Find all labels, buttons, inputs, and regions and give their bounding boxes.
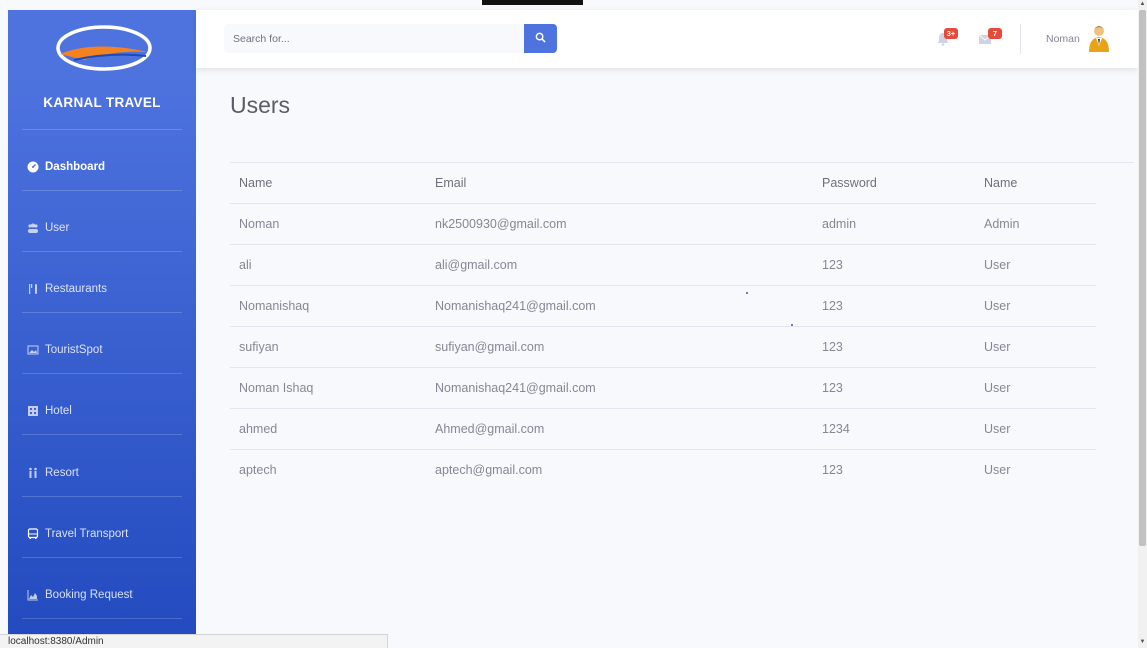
table-header-row: Name Email Password Name [230,162,1096,204]
cell-email: ali@gmail.com [426,244,813,286]
column-header-password: Password [813,162,975,204]
avatar[interactable] [1086,24,1112,54]
cell-role: User [975,244,1096,286]
sidebar-item-label: Dashboard [45,161,106,173]
table-row: Noman Ishaq Nomanishaq241@gmail.com 123 … [230,367,1096,409]
cell-password: 123 [813,244,975,286]
cell-name: Noman [230,203,426,245]
image-icon [26,344,39,357]
cell-name: aptech [239,463,277,478]
sidebar-item-label: Booking Request [45,589,133,601]
chart-area-icon [26,589,39,602]
messages-button[interactable]: 7 [976,28,1002,50]
bus-icon [26,528,39,541]
users-icon [26,222,39,235]
sidebar-item-label: Hotel [45,405,72,417]
sidebar-item-label: TouristSpot [45,344,103,356]
cell-password: 123 [813,326,975,368]
cell-role: Admin [975,203,1096,245]
sidebar-item-dashboard[interactable]: Dashboard [8,147,196,187]
alerts-button[interactable]: 3+ [934,28,958,50]
table-row: ahmed Ahmed@gmail.com 1234 User [230,408,1096,450]
cell-name: ali [230,244,426,286]
sidebar-divider [22,312,182,313]
brand-name[interactable]: KARNAL TRAVEL [8,95,196,110]
table-top-line [1096,162,1134,163]
sidebar-item-travel-transport[interactable]: Travel Transport [8,514,196,554]
column-header-name: Name [230,162,426,204]
sidebar-item-booking-request[interactable]: Booking Request [8,575,196,615]
cell-email: nk2500930@gmail.com [426,203,813,245]
cell-name: ahmed [230,408,426,450]
building-icon [26,405,39,418]
cell-email: aptech@gmail.com [435,463,543,478]
sidebar-divider [22,129,182,130]
topbar-divider [1020,24,1021,54]
sidebar-divider [22,434,182,435]
cell-email: Nomanishaq241@gmail.com [426,285,813,327]
sidebar-item-touristspot[interactable]: TouristSpot [8,330,196,370]
scrollbar-thumb[interactable] [1139,10,1146,546]
stray-dot [791,324,793,326]
sidebar-item-label: User [45,222,70,234]
cell-role: User [975,408,1096,450]
sidebar-divider [22,373,182,374]
column-header-email: Email [426,162,813,204]
cell-password: 123 [813,285,975,327]
utensils-icon [26,283,39,296]
scroll-down-arrow-icon[interactable]: ▼ [1139,638,1146,646]
topbar: 3+ 7 Noman [196,10,1138,68]
table-row: Noman nk2500930@gmail.com admin Admin [230,203,1096,245]
sidebar-divider [22,618,182,619]
sidebar: KARNAL TRAVEL Dashboard User Restaurants… [8,10,196,648]
people-icon [26,467,39,480]
cell-password: 123 [822,463,843,478]
table-row: sufiyan sufiyan@gmail.com 123 User [230,326,1096,368]
page-title: Users [230,92,291,118]
alerts-badge: 3+ [944,28,958,39]
cell-password: 123 [813,367,975,409]
sidebar-divider [22,251,182,252]
search-icon [535,30,546,48]
sidebar-item-user[interactable]: User [8,208,196,248]
cell-role: User [975,285,1096,327]
sidebar-item-restaurants[interactable]: Restaurants [8,269,196,309]
sidebar-item-label: Restaurants [45,283,108,295]
cell-password: 1234 [813,408,975,450]
cell-email: sufiyan@gmail.com [426,326,813,368]
table-row: aptech aptech@gmail.com 123 User [230,450,1096,491]
scroll-up-arrow-icon[interactable]: ▲ [1139,0,1146,8]
sidebar-divider [22,496,182,497]
cell-password: admin [813,203,975,245]
tachometer-icon [26,161,39,174]
users-table: Name Email Password Name Noman nk2500930… [230,162,1096,491]
sidebar-item-label: Resort [45,467,79,479]
sidebar-divider [22,190,182,191]
cell-name: Nomanishaq [230,285,426,327]
cell-name: Noman Ishaq [230,367,426,409]
page-scrollbar[interactable]: ▲ ▼ [1138,0,1147,648]
stray-dot [746,292,748,294]
status-bar-url: localhost:8380/Admin [0,634,388,648]
table-row: ali ali@gmail.com 123 User [230,244,1096,286]
search-input[interactable] [224,24,526,53]
cell-role: User [975,367,1096,409]
messages-badge: 7 [988,28,1002,39]
sidebar-item-label: Travel Transport [45,528,129,540]
cell-role: User [975,326,1096,368]
cell-email: Nomanishaq241@gmail.com [426,367,813,409]
sidebar-item-resort[interactable]: Resort [8,453,196,493]
brand-logo[interactable] [54,24,154,72]
cell-role: User [984,463,1011,478]
table-row: Nomanishaq Nomanishaq241@gmail.com 123 U… [230,285,1096,327]
cell-email: Ahmed@gmail.com [426,408,813,450]
top-black-bar [482,0,583,5]
user-name[interactable]: Noman [1046,33,1080,45]
cell-name: sufiyan [230,326,426,368]
sidebar-item-hotel[interactable]: Hotel [8,391,196,431]
search-button[interactable] [524,24,557,53]
column-header-role: Name [975,162,1096,204]
sidebar-divider [22,557,182,558]
